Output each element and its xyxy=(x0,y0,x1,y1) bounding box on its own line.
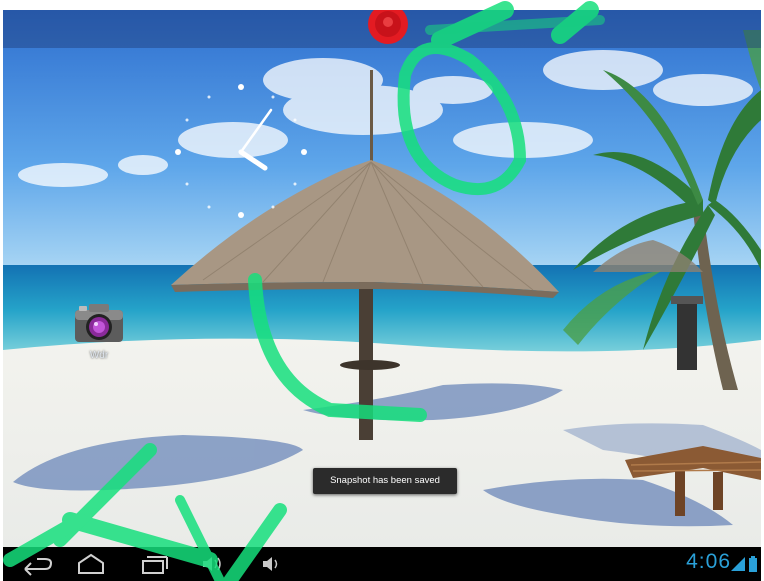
back-icon[interactable] xyxy=(15,551,55,577)
analog-clock-widget[interactable] xyxy=(171,82,311,222)
system-navigation-bar: 4:06 xyxy=(3,547,761,581)
home-icon[interactable] xyxy=(71,551,111,577)
camera-app-shortcut[interactable]: Wdr xyxy=(71,298,127,368)
battery-icon xyxy=(749,556,757,572)
toast-message: Snapshot has been saved xyxy=(313,468,457,494)
camera-icon xyxy=(75,304,123,342)
clock-minute-hand xyxy=(239,108,273,154)
screen-record-icon[interactable] xyxy=(365,10,411,48)
volume-up-icon[interactable] xyxy=(253,551,293,577)
home-screen: Wdr Snapshot has been saved xyxy=(3,10,761,547)
recent-apps-icon[interactable] xyxy=(133,551,173,577)
wallpaper-image xyxy=(3,10,761,547)
shortcut-label: Wdr xyxy=(89,350,109,361)
clock-hour-hand xyxy=(238,149,268,171)
signal-strength-icon xyxy=(731,557,745,571)
status-clock: 4:06 xyxy=(686,550,731,573)
volume-down-icon[interactable] xyxy=(193,551,233,577)
